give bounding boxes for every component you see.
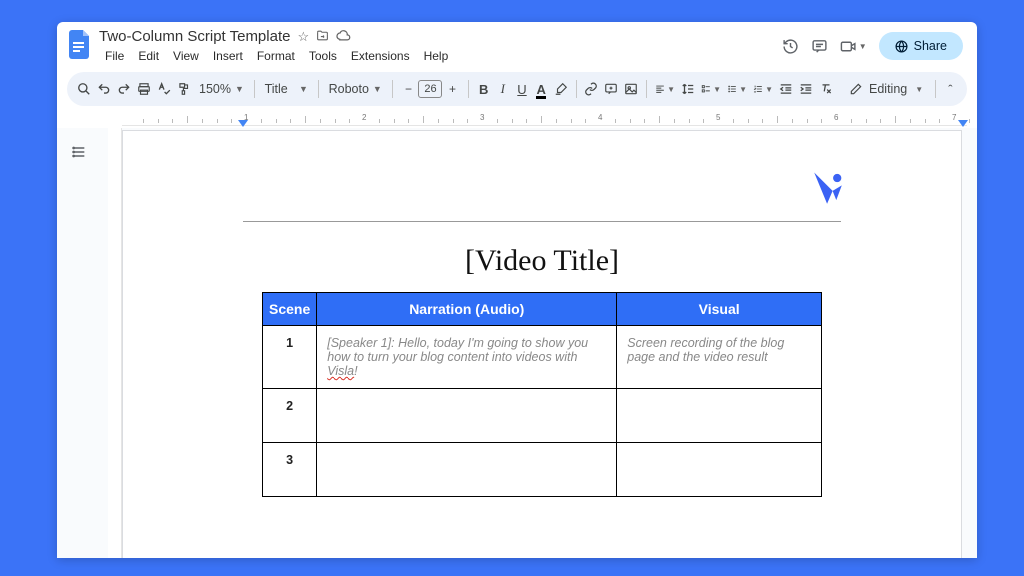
cell-scene[interactable]: 1: [263, 326, 317, 389]
editing-mode-button[interactable]: Editing ▼: [845, 82, 927, 96]
insert-comment-icon[interactable]: [604, 79, 618, 99]
separator: [935, 80, 936, 98]
underline-icon[interactable]: U: [515, 79, 528, 99]
col-header-narration[interactable]: Narration (Audio): [317, 293, 617, 326]
line-spacing-icon[interactable]: [681, 79, 695, 99]
titlebar: Two-Column Script Template ☆ File Edit V…: [57, 22, 977, 66]
cell-scene[interactable]: 2: [263, 389, 317, 443]
share-button[interactable]: Share: [879, 32, 963, 60]
cell-visual[interactable]: [617, 389, 822, 443]
decrease-indent-icon[interactable]: [779, 79, 793, 99]
redo-icon[interactable]: [117, 79, 131, 99]
cloud-status-icon[interactable]: [336, 29, 351, 45]
font-select[interactable]: Roboto▼: [327, 82, 384, 96]
table-header-row: Scene Narration (Audio) Visual: [263, 293, 822, 326]
title-stack: Two-Column Script Template ☆ File Edit V…: [99, 28, 782, 66]
cell-visual[interactable]: [617, 443, 822, 497]
spellcheck-icon[interactable]: [157, 79, 171, 99]
col-header-scene[interactable]: Scene: [263, 293, 317, 326]
separator: [318, 80, 319, 98]
insert-link-icon[interactable]: [584, 79, 598, 99]
font-size-control: − 26 +: [400, 80, 460, 98]
move-icon[interactable]: [316, 29, 329, 45]
numbered-list-icon[interactable]: ▼: [753, 79, 773, 99]
script-table[interactable]: Scene Narration (Audio) Visual 1[Speaker…: [262, 292, 822, 497]
left-gutter: [57, 128, 122, 558]
menu-bar: File Edit View Insert Format Tools Exten…: [99, 46, 782, 66]
document-page[interactable]: [Video Title] Scene Narration (Audio) Vi…: [122, 130, 962, 558]
clear-formatting-icon[interactable]: [819, 79, 833, 99]
meet-icon[interactable]: ▼: [840, 39, 867, 54]
menu-format[interactable]: Format: [251, 46, 301, 66]
separator: [392, 80, 393, 98]
bold-icon[interactable]: B: [477, 79, 490, 99]
text-color-icon[interactable]: A: [535, 79, 548, 99]
menu-help[interactable]: Help: [418, 46, 455, 66]
paint-format-icon[interactable]: [177, 79, 191, 99]
vertical-ruler[interactable]: [108, 128, 122, 558]
menu-tools[interactable]: Tools: [303, 46, 343, 66]
outline-toggle-icon[interactable]: [71, 144, 87, 164]
insert-image-icon[interactable]: [624, 79, 638, 99]
document-title-heading[interactable]: [Video Title]: [203, 244, 881, 278]
menu-edit[interactable]: Edit: [132, 46, 165, 66]
brand-logo: [203, 161, 881, 213]
docs-logo-icon[interactable]: [67, 28, 93, 62]
fontsize-increase-button[interactable]: +: [444, 80, 460, 98]
print-icon[interactable]: [137, 79, 151, 99]
undo-icon[interactable]: [97, 79, 111, 99]
toolbar: 150%▼ Title▼ Roboto▼ − 26 + B I U A ▼ ▼ …: [67, 72, 967, 106]
title-row: Two-Column Script Template ☆: [99, 28, 782, 45]
horizontal-ruler[interactable]: 1234567: [122, 112, 967, 126]
separator: [646, 80, 647, 98]
star-icon[interactable]: ☆: [297, 29, 309, 45]
document-title[interactable]: Two-Column Script Template: [99, 28, 290, 45]
ruler-left-indent-marker[interactable]: [238, 120, 248, 127]
table-row[interactable]: 2: [263, 389, 822, 443]
increase-indent-icon[interactable]: [799, 79, 813, 99]
horizontal-rule: [243, 221, 841, 222]
cell-visual[interactable]: Screen recording of the blog page and th…: [617, 326, 822, 389]
bulleted-list-icon[interactable]: ▼: [727, 79, 747, 99]
editing-mode-label: Editing: [869, 82, 907, 96]
menu-extensions[interactable]: Extensions: [345, 46, 416, 66]
cell-narration[interactable]: [317, 443, 617, 497]
table-row[interactable]: 3: [263, 443, 822, 497]
menu-insert[interactable]: Insert: [207, 46, 249, 66]
separator: [468, 80, 469, 98]
collapse-toolbar-icon[interactable]: ˆ: [944, 79, 957, 99]
table-row[interactable]: 1[Speaker 1]: Hello, today I'm going to …: [263, 326, 822, 389]
fontsize-decrease-button[interactable]: −: [400, 80, 416, 98]
cell-scene[interactable]: 3: [263, 443, 317, 497]
col-header-visual[interactable]: Visual: [617, 293, 822, 326]
history-icon[interactable]: [782, 38, 799, 55]
italic-icon[interactable]: I: [496, 79, 509, 99]
document-area: [Video Title] Scene Narration (Audio) Vi…: [57, 128, 977, 558]
align-icon[interactable]: ▼: [655, 79, 675, 99]
menu-view[interactable]: View: [167, 46, 205, 66]
checklist-icon[interactable]: ▼: [701, 79, 721, 99]
title-right: ▼ Share: [782, 28, 967, 60]
app-window: Two-Column Script Template ☆ File Edit V…: [57, 22, 977, 558]
menu-file[interactable]: File: [99, 46, 130, 66]
paragraph-style-select[interactable]: Title▼: [263, 82, 310, 96]
zoom-select[interactable]: 150%▼: [197, 82, 246, 96]
ruler-right-indent-marker[interactable]: [958, 120, 968, 127]
cell-narration[interactable]: [317, 389, 617, 443]
highlight-color-icon[interactable]: [554, 79, 568, 99]
fontsize-value[interactable]: 26: [418, 80, 442, 98]
ruler-area: 1234567: [57, 112, 977, 128]
search-icon[interactable]: [77, 79, 91, 99]
separator: [576, 80, 577, 98]
share-label: Share: [914, 39, 947, 53]
cell-narration[interactable]: [Speaker 1]: Hello, today I'm going to s…: [317, 326, 617, 389]
separator: [254, 80, 255, 98]
comments-icon[interactable]: [811, 38, 828, 55]
